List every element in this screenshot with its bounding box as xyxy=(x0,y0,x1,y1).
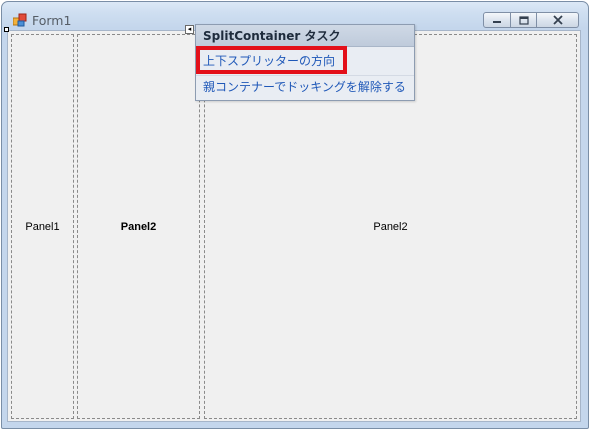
smart-tag-title: SplitContainer タスク xyxy=(196,25,414,47)
minimize-button[interactable] xyxy=(483,12,511,28)
undock-parent-container-link[interactable]: 親コンテナーでドッキングを解除する xyxy=(203,78,414,96)
close-button[interactable] xyxy=(537,12,579,28)
close-icon xyxy=(552,15,563,25)
minimize-icon xyxy=(493,21,501,23)
collapse-arrow-icon[interactable]: ◂ xyxy=(185,25,194,34)
selection-grip[interactable] xyxy=(4,27,9,32)
form-icon xyxy=(13,13,27,27)
panel-2-inner[interactable]: Panel2 xyxy=(77,34,200,419)
smart-tag-panel: SplitContainer タスク 上下スプリッターの方向 親コンテナーでドッ… xyxy=(195,24,415,101)
panel-2-outer-label: Panel2 xyxy=(373,220,408,233)
smart-tag-divider xyxy=(196,75,414,76)
panel-1[interactable]: Panel1 xyxy=(11,34,74,419)
maximize-icon xyxy=(518,15,529,25)
splitter-orientation-link[interactable]: 上下スプリッターの方向 xyxy=(203,52,414,70)
window-title: Form1 xyxy=(32,13,72,28)
panel-2-inner-label: Panel2 xyxy=(120,220,157,233)
maximize-button[interactable] xyxy=(511,12,537,28)
panel-1-label: Panel1 xyxy=(25,220,60,233)
caption-buttons xyxy=(483,12,579,31)
